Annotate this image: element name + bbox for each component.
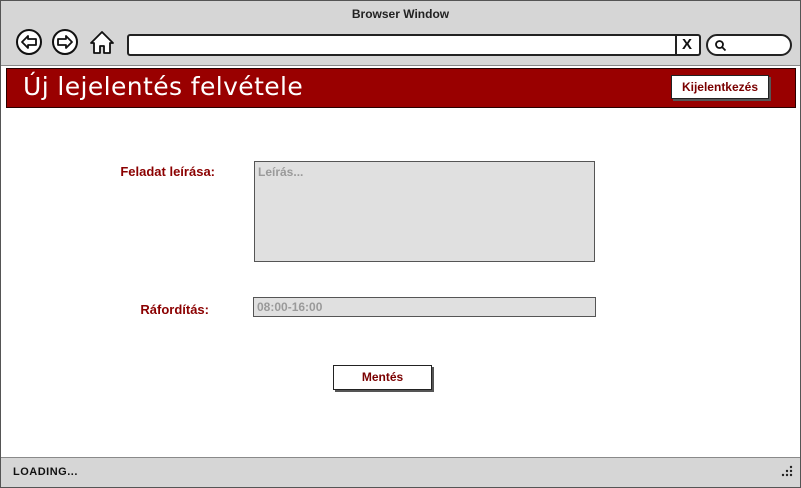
home-button[interactable]	[88, 28, 116, 56]
forward-arrow-icon	[52, 29, 78, 55]
browser-titlebar: Browser Window X	[1, 1, 800, 66]
description-textarea[interactable]	[254, 161, 595, 262]
resize-grip-icon[interactable]	[780, 464, 794, 478]
effort-label: Ráfordítás:	[140, 302, 209, 317]
address-clear-button[interactable]: X	[675, 36, 697, 54]
status-bar: LOADING...	[1, 457, 800, 487]
address-bar[interactable]: X	[127, 34, 701, 56]
browser-search-field[interactable]	[706, 34, 792, 56]
logout-button[interactable]: Kijelentkezés	[671, 75, 769, 99]
effort-input[interactable]	[253, 297, 596, 317]
status-text: LOADING...	[13, 466, 78, 478]
page-title: Új lejelentés felvétele	[23, 72, 304, 101]
back-button[interactable]	[15, 28, 43, 56]
search-icon	[715, 40, 727, 52]
home-icon	[90, 31, 114, 54]
back-arrow-icon	[16, 29, 42, 55]
forward-button[interactable]	[51, 28, 79, 56]
page-header: Új lejelentés felvétele Kijelentkezés	[6, 68, 796, 108]
save-button[interactable]: Mentés	[333, 365, 432, 390]
browser-window: Browser Window X Új lejelentés felvétele…	[0, 0, 801, 488]
window-title: Browser Window	[351, 7, 450, 21]
description-label: Feladat leírása:	[120, 164, 215, 179]
